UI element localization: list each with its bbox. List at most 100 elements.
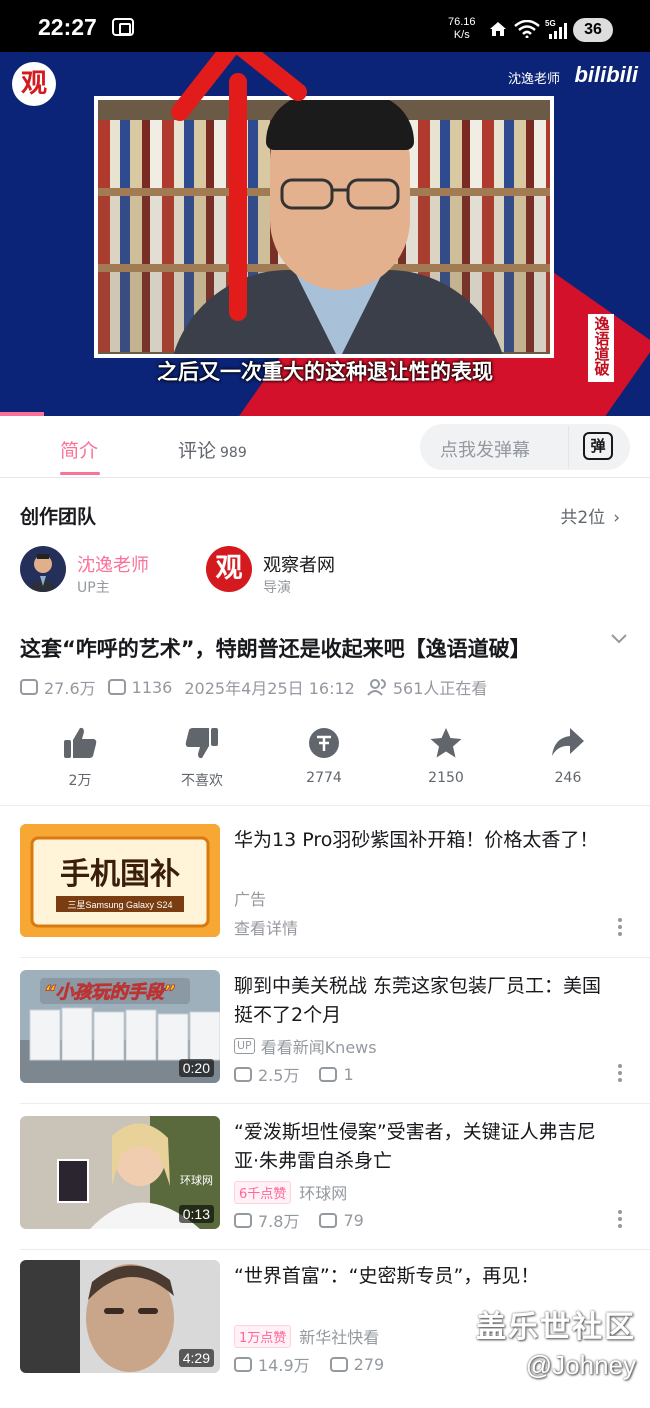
tab-bar: 简介 评论 989 点我发弹幕 弹 (0, 416, 650, 478)
danmaku-icon: 弹 (583, 432, 613, 460)
like-count: 2万 (68, 773, 92, 789)
favorite-count: 2150 (428, 770, 464, 786)
ad-label: 广告 (234, 890, 267, 909)
dislike-button[interactable]: 不喜欢 (162, 726, 242, 790)
views-count: 27.6万 (44, 679, 96, 698)
member-role: 导演 (263, 580, 291, 596)
list-item[interactable]: “小孩玩的手段” 0:20 聊到中美关税战 东莞这家包装厂员工：美国挺不了2个月… (0, 958, 650, 1104)
duration: 4:29 (178, 1349, 214, 1367)
thumb-text: “小孩玩的手段” (44, 982, 176, 1003)
list-item[interactable]: 环球网 0:13 “爱泼斯坦性侵案”受害者，关键证人弗吉尼亚·朱弗雷自杀身亡 6… (0, 1104, 650, 1250)
ad-thumbnail-art: 手机国补 三星Samsung Galaxy S24 (20, 824, 220, 937)
duration: 0:13 (178, 1205, 214, 1223)
danmaku-count-icon (107, 679, 126, 695)
views-count: 2.5万 (258, 1066, 300, 1085)
share-button[interactable]: 246 (528, 726, 608, 786)
danmaku-stat: 1136 (107, 677, 173, 697)
watching-count: 561人正在看 (392, 679, 488, 698)
item-author[interactable]: 1万点赞 新华社快看 (234, 1324, 379, 1348)
channel-avatar: 观 (206, 546, 252, 592)
up-badge: UP (234, 1038, 255, 1054)
thumbs-down-icon (185, 728, 218, 759)
status-time: 22:27 (38, 14, 97, 40)
team-count-label: 共2位 (560, 508, 606, 528)
video-thumbnail: 4:29 (20, 1260, 220, 1373)
wifi-icon (514, 20, 540, 38)
item-author[interactable]: UP 看看新闻Knews (234, 1034, 377, 1058)
list-item[interactable]: 手机国补 三星Samsung Galaxy S24 华为13 Pro羽砂紫国补开… (0, 812, 650, 958)
danmaku-count: 279 (353, 1354, 385, 1374)
member-name: 沈逸老师 (77, 555, 149, 576)
views-count: 7.8万 (258, 1212, 300, 1231)
item-title: 聊到中美关税战 东莞这家包装厂员工：美国挺不了2个月 (234, 975, 602, 1026)
coin-count: 2774 (306, 770, 342, 786)
tab-intro[interactable]: 简介 (60, 436, 98, 463)
team-count[interactable]: 共2位 › (560, 503, 620, 528)
author-name: 新华社快看 (299, 1328, 380, 1347)
red-arrow-annotation (171, 52, 307, 321)
item-title: “爱泼斯坦性侵案”受害者，关键证人弗吉尼亚·朱弗雷自杀身亡 (234, 1121, 596, 1172)
danmaku-count: 1 (343, 1064, 354, 1084)
item-title: 华为13 Pro羽砂紫国补开箱！价格太香了！ (234, 829, 599, 851)
tab-comments-count: 989 (220, 445, 247, 461)
item-author[interactable]: 6千点赞 环球网 (234, 1180, 347, 1204)
ad-thumb-text: 手机国补 (60, 857, 180, 892)
more-options-icon[interactable] (618, 918, 622, 939)
screen-record-icon (112, 18, 134, 36)
coin-icon (309, 728, 339, 758)
share-icon (552, 728, 584, 756)
author-name: 看看新闻Knews (260, 1038, 377, 1057)
ad-thumb-subtext: 三星Samsung Galaxy S24 (67, 900, 172, 910)
danmaku-toggle-button[interactable]: 弹 (568, 426, 628, 468)
like-button[interactable]: 2万 (40, 726, 120, 790)
danmaku-count: 1136 (131, 677, 173, 697)
play-count-icon (234, 1212, 252, 1228)
video-title: 这套“咋呼的艺术”，特朗普还是收起来吧【逸语道破】 (20, 637, 531, 661)
speed-unit: K/s (453, 29, 470, 41)
coin-button[interactable]: 2774 (284, 726, 364, 786)
author-name: 环球网 (299, 1184, 348, 1203)
like-badge: 1万点赞 (234, 1324, 292, 1348)
member-name: 观察者网 (263, 555, 335, 576)
video-player[interactable]: 观 沈逸老师 bilibili 之后又一次重大的这种退让性的表现 逸语道破 (0, 52, 650, 416)
video-thumbnail: “小孩玩的手段” 0:20 (20, 970, 220, 1083)
play-count-icon (234, 1356, 252, 1372)
item-stats: 7.8万 79 (234, 1208, 364, 1232)
danmaku-count-icon (329, 1356, 348, 1372)
speed-value: 76.16 (448, 16, 476, 28)
member-role: UP主 (77, 580, 110, 596)
favorite-button[interactable]: 2150 (406, 726, 486, 786)
dislike-label: 不喜欢 (181, 773, 223, 789)
video-thumbnail: 环球网 0:13 (20, 1116, 220, 1229)
team-member-director[interactable]: 观 观察者网 导演 (206, 546, 376, 596)
ad-detail-link[interactable]: 查看详情 (234, 915, 298, 939)
tab-comments-label: 评论 (178, 440, 217, 462)
avatar-image (20, 546, 66, 592)
ad-thumbnail: 手机国补 三星Samsung Galaxy S24 (20, 824, 220, 937)
danmaku-count-icon (319, 1066, 338, 1082)
item-title: “世界首富”：“史密斯专员”，再见！ (234, 1265, 540, 1287)
more-options-icon[interactable] (618, 1064, 622, 1085)
tab-comments[interactable]: 评论 989 (178, 436, 247, 463)
danmaku-input[interactable]: 点我发弹幕 弹 (420, 424, 630, 470)
action-bar: 2万 不喜欢 2774 2150 246 (0, 726, 650, 806)
tab-active-indicator (60, 472, 100, 475)
video-meta: 27.6万 1136 2025年4月25日 16:12 561人正在看 (20, 675, 499, 699)
network-type: 5G (545, 19, 556, 28)
share-count: 246 (554, 770, 582, 786)
like-badge: 6千点赞 (234, 1180, 292, 1204)
signal-icon: 5G (545, 19, 567, 39)
danmaku-count-icon (319, 1212, 338, 1228)
item-stats: 2.5万 1 (234, 1062, 354, 1086)
team-title: 创作团队 (20, 506, 97, 528)
user-watermark: @Johney (525, 1350, 636, 1380)
views-count: 14.9万 (258, 1356, 310, 1375)
danmaku-placeholder: 点我发弹幕 (440, 440, 530, 461)
more-options-icon[interactable] (618, 1210, 622, 1231)
duration: 0:20 (178, 1059, 214, 1077)
chevron-down-icon[interactable] (610, 630, 628, 648)
publish-date: 2025年4月25日 16:12 (184, 679, 355, 698)
battery-level: 36 (573, 18, 613, 42)
team-member-up[interactable]: 沈逸老师 UP主 (20, 546, 190, 596)
forum-watermark: 盖乐世社区 (476, 1310, 636, 1345)
